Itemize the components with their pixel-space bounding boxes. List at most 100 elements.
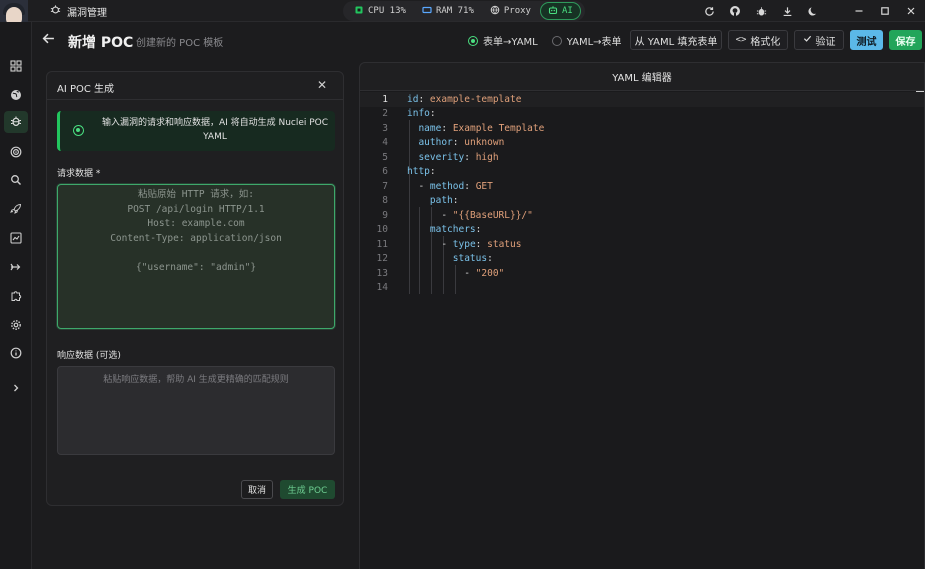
code-line[interactable]: 7 - method: GET <box>360 179 924 194</box>
bug-report-icon[interactable] <box>753 3 769 19</box>
response-textarea[interactable]: 粘贴响应数据，帮助 AI 生成更精确的匹配规则 <box>57 366 335 455</box>
page-title: 新增 POC <box>68 35 134 51</box>
format-button[interactable]: <> 格式化 <box>728 30 788 50</box>
line-number: 10 <box>376 224 388 236</box>
fill-from-yaml-label: 从 YAML 填充表单 <box>634 36 718 48</box>
format-label: 格式化 <box>750 36 781 48</box>
code-line[interactable]: 2 info: <box>360 107 924 122</box>
mode-radio-group: 表单→YAML YAML→表单 <box>468 33 622 48</box>
gear-icon <box>10 319 22 334</box>
line-number: 9 <box>382 209 388 221</box>
rocket-icon <box>10 203 22 218</box>
sidebar-item-exploit[interactable] <box>4 199 28 221</box>
mode-form-to-yaml[interactable]: 表单→YAML <box>468 33 538 48</box>
chevron-right-icon <box>11 383 21 396</box>
save-button[interactable]: 保存 <box>889 30 922 50</box>
request-textarea[interactable]: 粘贴原始 HTTP 请求，如: POST /api/login HTTP/1.1… <box>57 184 335 329</box>
download-icon[interactable] <box>779 3 795 19</box>
code-text: - "200" <box>464 267 505 279</box>
sidebar-item-dashboard[interactable] <box>4 56 28 78</box>
page-subtitle: 创建新的 POC 模板 <box>136 38 224 49</box>
code-line[interactable]: 12 status: <box>360 252 924 267</box>
code-text: matchers: <box>429 224 482 236</box>
line-number: 6 <box>382 166 388 178</box>
sidebar-item-about[interactable] <box>4 343 28 365</box>
code-text: http: <box>407 166 436 178</box>
back-button[interactable] <box>40 32 56 48</box>
close-window-icon[interactable] <box>903 3 919 19</box>
code-line[interactable]: 6 http: <box>360 165 924 180</box>
sidebar <box>0 22 32 569</box>
line-number: 5 <box>382 151 388 163</box>
sidebar-expand[interactable] <box>4 378 28 400</box>
line-number: 11 <box>376 238 388 250</box>
sidebar-item-vulnerabilities[interactable] <box>4 111 28 133</box>
ai-panel-title: AI POC 生成 <box>57 84 115 95</box>
mode-yaml-to-form-label: YAML→表单 <box>566 37 622 48</box>
fill-from-yaml-button[interactable]: 从 YAML 填充表单 <box>630 30 722 50</box>
request-label: 请求数据 * <box>57 169 101 179</box>
cpu-icon <box>354 5 364 18</box>
code-line[interactable]: 11 - type: status <box>360 237 924 252</box>
proxy-pill[interactable]: Proxy <box>483 2 538 20</box>
line-number: 13 <box>376 267 388 279</box>
github-icon[interactable] <box>727 3 743 19</box>
code-text: - type: status <box>441 238 522 250</box>
line-number: 1 <box>382 93 388 105</box>
maximize-icon[interactable] <box>877 3 893 19</box>
response-label: 响应数据 (可选) <box>57 351 121 361</box>
current-module: 漏洞管理 <box>50 4 107 19</box>
code-line[interactable]: 8 path: <box>360 194 924 209</box>
minimize-icon[interactable] <box>851 3 867 19</box>
ai-pill[interactable]: AI <box>539 2 581 20</box>
close-icon[interactable]: ✕ <box>315 78 329 92</box>
radio-unchecked-icon <box>551 35 562 46</box>
ram-pill[interactable]: RAM 71% <box>415 2 481 20</box>
sidebar-item-search[interactable] <box>4 170 28 192</box>
module-title: 漏洞管理 <box>67 7 107 19</box>
line-number: 8 <box>382 195 388 207</box>
sidebar-item-targets[interactable] <box>4 142 28 164</box>
code-text: name: Example Template <box>418 122 545 134</box>
check-icon <box>803 34 812 46</box>
ai-poc-panel: AI POC 生成 ✕ 输入漏洞的请求和响应数据，AI 将自动生成 Nuclei… <box>46 71 344 506</box>
code-line[interactable]: 14 <box>360 281 924 296</box>
code-line[interactable]: 3 name: Example Template <box>360 121 924 136</box>
code-line[interactable]: 1 id: example-template <box>360 92 924 107</box>
sidebar-item-reports[interactable] <box>4 228 28 250</box>
title-actions <box>701 3 919 19</box>
sidebar-item-settings[interactable] <box>4 315 28 337</box>
code-text: severity: high <box>418 151 499 163</box>
code-text: id: example-template <box>407 93 522 105</box>
test-button[interactable]: 测试 <box>850 30 883 50</box>
cpu-pill[interactable]: CPU 13% <box>347 2 413 20</box>
generate-poc-button[interactable]: 生成 POC <box>280 480 335 499</box>
refresh-icon[interactable] <box>701 3 717 19</box>
sidebar-item-network[interactable] <box>4 85 28 107</box>
globe-icon <box>490 5 500 18</box>
cancel-button[interactable]: 取消 <box>241 480 273 499</box>
moon-icon[interactable] <box>805 3 821 19</box>
code-line[interactable]: 13 - "200" <box>360 266 924 281</box>
code-line[interactable]: 5 severity: high <box>360 150 924 165</box>
code-text: - method: GET <box>418 180 493 192</box>
validate-label: 验证 <box>815 36 836 48</box>
line-number: 12 <box>376 253 388 265</box>
code-area[interactable]: 1 id: example-template 2 info: 3 name: Examp… <box>360 91 924 569</box>
sidebar-item-plugins[interactable] <box>4 286 28 308</box>
globe-icon <box>10 89 22 104</box>
save-label: 保存 <box>895 36 916 48</box>
line-number: 14 <box>376 282 388 294</box>
line-number: 2 <box>382 108 388 120</box>
ai-panel-header: AI POC 生成 ✕ <box>47 72 343 100</box>
info-icon <box>10 347 22 362</box>
code-line[interactable]: 4 author: unknown <box>360 136 924 151</box>
mode-form-to-yaml-label: 表单→YAML <box>483 37 538 48</box>
line-number: 7 <box>382 180 388 192</box>
request-placeholder: 粘贴原始 HTTP 请求，如: POST /api/login HTTP/1.1… <box>110 189 282 273</box>
code-line[interactable]: 9 - "{{BaseURL}}/" <box>360 208 924 223</box>
validate-button[interactable]: 验证 <box>794 30 844 50</box>
code-line[interactable]: 10 matchers: <box>360 223 924 238</box>
mode-yaml-to-form[interactable]: YAML→表单 <box>551 33 622 48</box>
sidebar-item-proxy[interactable] <box>4 257 28 279</box>
